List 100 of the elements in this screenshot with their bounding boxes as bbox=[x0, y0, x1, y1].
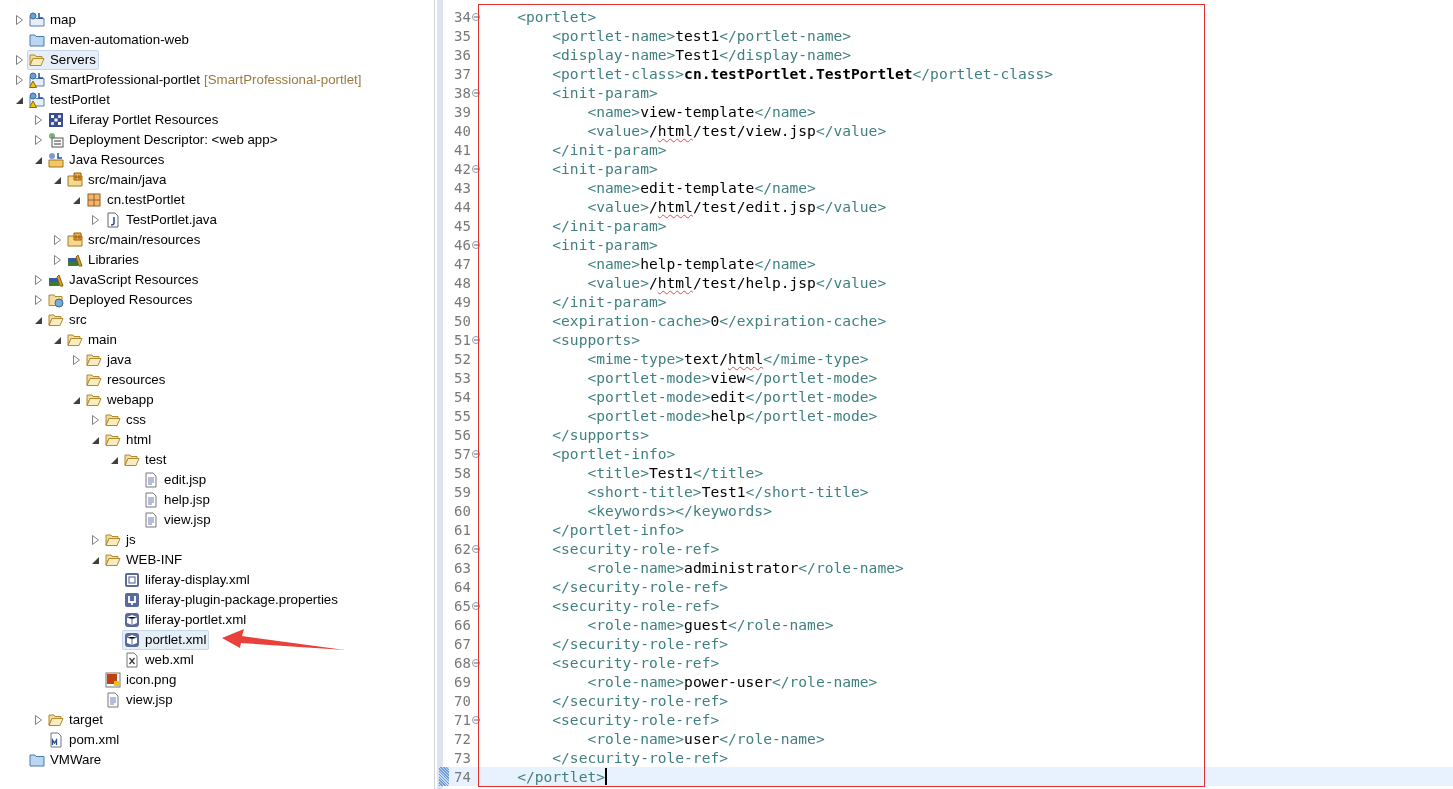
fold-icon[interactable] bbox=[472, 335, 480, 344]
fold-icon[interactable] bbox=[472, 88, 480, 97]
fold-icon[interactable] bbox=[472, 544, 480, 553]
collapse-arrow-icon[interactable] bbox=[110, 456, 118, 464]
tree-item[interactable]: main bbox=[65, 330, 120, 350]
line-number: 49 bbox=[454, 293, 472, 310]
expand-arrow-icon[interactable] bbox=[72, 355, 80, 365]
tree-item[interactable]: SmartProfessional-portlet [SmartProfessional-portlet] bbox=[27, 70, 365, 90]
tree-item[interactable]: TestPortlet.java bbox=[103, 210, 220, 230]
folder-icon bbox=[86, 352, 102, 368]
tree-item[interactable]: test bbox=[122, 450, 170, 470]
tree-item[interactable]: maven-automation-web bbox=[27, 30, 192, 50]
code-line: <role-name>user</role-name> bbox=[586, 729, 825, 748]
tree-item[interactable]: edit.jsp bbox=[141, 470, 210, 490]
collapse-arrow-icon[interactable] bbox=[15, 96, 23, 104]
fold-icon[interactable] bbox=[472, 658, 480, 667]
tree-item-label: help.jsp bbox=[164, 491, 210, 509]
tree-item[interactable]: liferay-portlet.xml bbox=[122, 610, 250, 630]
tree-item[interactable]: js bbox=[103, 530, 139, 550]
code-line: <security-role-ref> bbox=[551, 653, 720, 672]
collapse-arrow-icon[interactable] bbox=[34, 156, 42, 164]
fold-icon[interactable] bbox=[472, 601, 480, 610]
tree-item[interactable]: Libraries bbox=[65, 250, 142, 270]
tree-item-label: java bbox=[107, 351, 132, 369]
tree-item[interactable]: web.xml bbox=[122, 650, 197, 670]
tree-item[interactable]: view.jsp bbox=[141, 510, 214, 530]
text-cursor bbox=[605, 768, 607, 785]
tree-item[interactable]: resources bbox=[84, 370, 169, 390]
tree-item[interactable]: cn.testPortlet bbox=[84, 190, 188, 210]
line-number: 50 bbox=[454, 312, 472, 329]
line-number: 67 bbox=[454, 635, 472, 652]
tree-item[interactable]: WEB-INF bbox=[103, 550, 186, 570]
line-number: 55 bbox=[454, 407, 472, 424]
tree-item[interactable]: testPortlet bbox=[27, 90, 113, 110]
tree-item[interactable]: JavaScript Resources bbox=[46, 270, 202, 290]
tree-item[interactable]: html bbox=[103, 430, 155, 450]
expand-arrow-icon[interactable] bbox=[53, 235, 61, 245]
tree-item[interactable]: help.jsp bbox=[141, 490, 213, 510]
collapse-arrow-icon[interactable] bbox=[34, 316, 42, 324]
collapse-arrow-icon[interactable] bbox=[53, 176, 61, 184]
expand-arrow-icon[interactable] bbox=[34, 275, 42, 285]
fold-icon[interactable] bbox=[472, 12, 480, 21]
expand-arrow-icon[interactable] bbox=[15, 75, 23, 85]
expand-arrow-icon[interactable] bbox=[15, 55, 23, 65]
code-line: <security-role-ref> bbox=[551, 539, 720, 558]
code-line: <value>/html/test/view.jsp</value> bbox=[586, 121, 887, 140]
collapse-arrow-icon[interactable] bbox=[91, 436, 99, 444]
tree-item[interactable]: target bbox=[46, 710, 106, 730]
expand-arrow-icon[interactable] bbox=[91, 535, 99, 545]
tree-item[interactable]: java bbox=[84, 350, 135, 370]
tree-item[interactable]: src/main/resources bbox=[65, 230, 204, 250]
expand-arrow-icon[interactable] bbox=[91, 215, 99, 225]
tree-item[interactable]: Deployed Resources bbox=[46, 290, 196, 310]
tree-item[interactable]: webapp bbox=[84, 390, 157, 410]
collapse-arrow-icon[interactable] bbox=[72, 196, 80, 204]
collapse-arrow-icon[interactable] bbox=[53, 336, 61, 344]
code-line: </security-role-ref> bbox=[551, 748, 728, 767]
fold-icon[interactable] bbox=[472, 449, 480, 458]
fold-icon[interactable] bbox=[472, 164, 480, 173]
expand-arrow-icon[interactable] bbox=[34, 715, 42, 725]
fold-icon[interactable] bbox=[472, 715, 480, 724]
tree-item-label: liferay-portlet.xml bbox=[145, 611, 247, 629]
tree-item-label: view.jsp bbox=[164, 511, 211, 529]
expand-arrow-icon[interactable] bbox=[15, 15, 23, 25]
tree-item-label: JavaScript Resources bbox=[69, 271, 199, 289]
line-number: 48 bbox=[454, 274, 472, 291]
tree-item[interactable]: Java Resources bbox=[46, 150, 168, 170]
line-number: 54 bbox=[454, 388, 472, 405]
expand-arrow-icon[interactable] bbox=[91, 415, 99, 425]
tree-item[interactable]: portlet.xml bbox=[122, 630, 210, 650]
tree-item[interactable]: pom.xml bbox=[46, 730, 123, 750]
tree-item[interactable]: liferay-plugin-package.properties bbox=[122, 590, 341, 610]
line-number: 62 bbox=[454, 540, 472, 557]
expand-arrow-icon[interactable] bbox=[53, 255, 61, 265]
tree-item[interactable]: liferay-display.xml bbox=[122, 570, 253, 590]
collapse-arrow-icon[interactable] bbox=[72, 396, 80, 404]
line-number: 58 bbox=[454, 464, 472, 481]
tree-item[interactable]: css bbox=[103, 410, 149, 430]
tree-item[interactable]: src bbox=[46, 310, 90, 330]
tree-item[interactable]: Deployment Descriptor: <web app> bbox=[46, 130, 281, 150]
folder-icon bbox=[105, 552, 121, 568]
expand-arrow-icon[interactable] bbox=[34, 135, 42, 145]
line-number: 45 bbox=[454, 217, 472, 234]
tree-item[interactable]: icon.png bbox=[103, 670, 180, 690]
expand-arrow-icon[interactable] bbox=[34, 115, 42, 125]
folder-icon bbox=[86, 372, 102, 388]
project-closed-icon bbox=[29, 32, 45, 48]
tree-item[interactable]: src/main/java bbox=[65, 170, 170, 190]
fold-icon[interactable] bbox=[472, 240, 480, 249]
tree-item[interactable]: Liferay Portlet Resources bbox=[46, 110, 222, 130]
code-line: </init-param> bbox=[551, 292, 667, 311]
code-line: <keywords></keywords> bbox=[586, 501, 772, 520]
expand-arrow-icon[interactable] bbox=[34, 295, 42, 305]
tree-item-label: Java Resources bbox=[69, 151, 165, 169]
tree-item[interactable]: Servers bbox=[27, 50, 99, 70]
tree-item[interactable]: map bbox=[27, 10, 79, 30]
collapse-arrow-icon[interactable] bbox=[91, 556, 99, 564]
tree-item[interactable]: view.jsp bbox=[103, 690, 176, 710]
tree-item[interactable]: VMWare bbox=[27, 750, 105, 770]
line-number: 35 bbox=[454, 27, 472, 44]
